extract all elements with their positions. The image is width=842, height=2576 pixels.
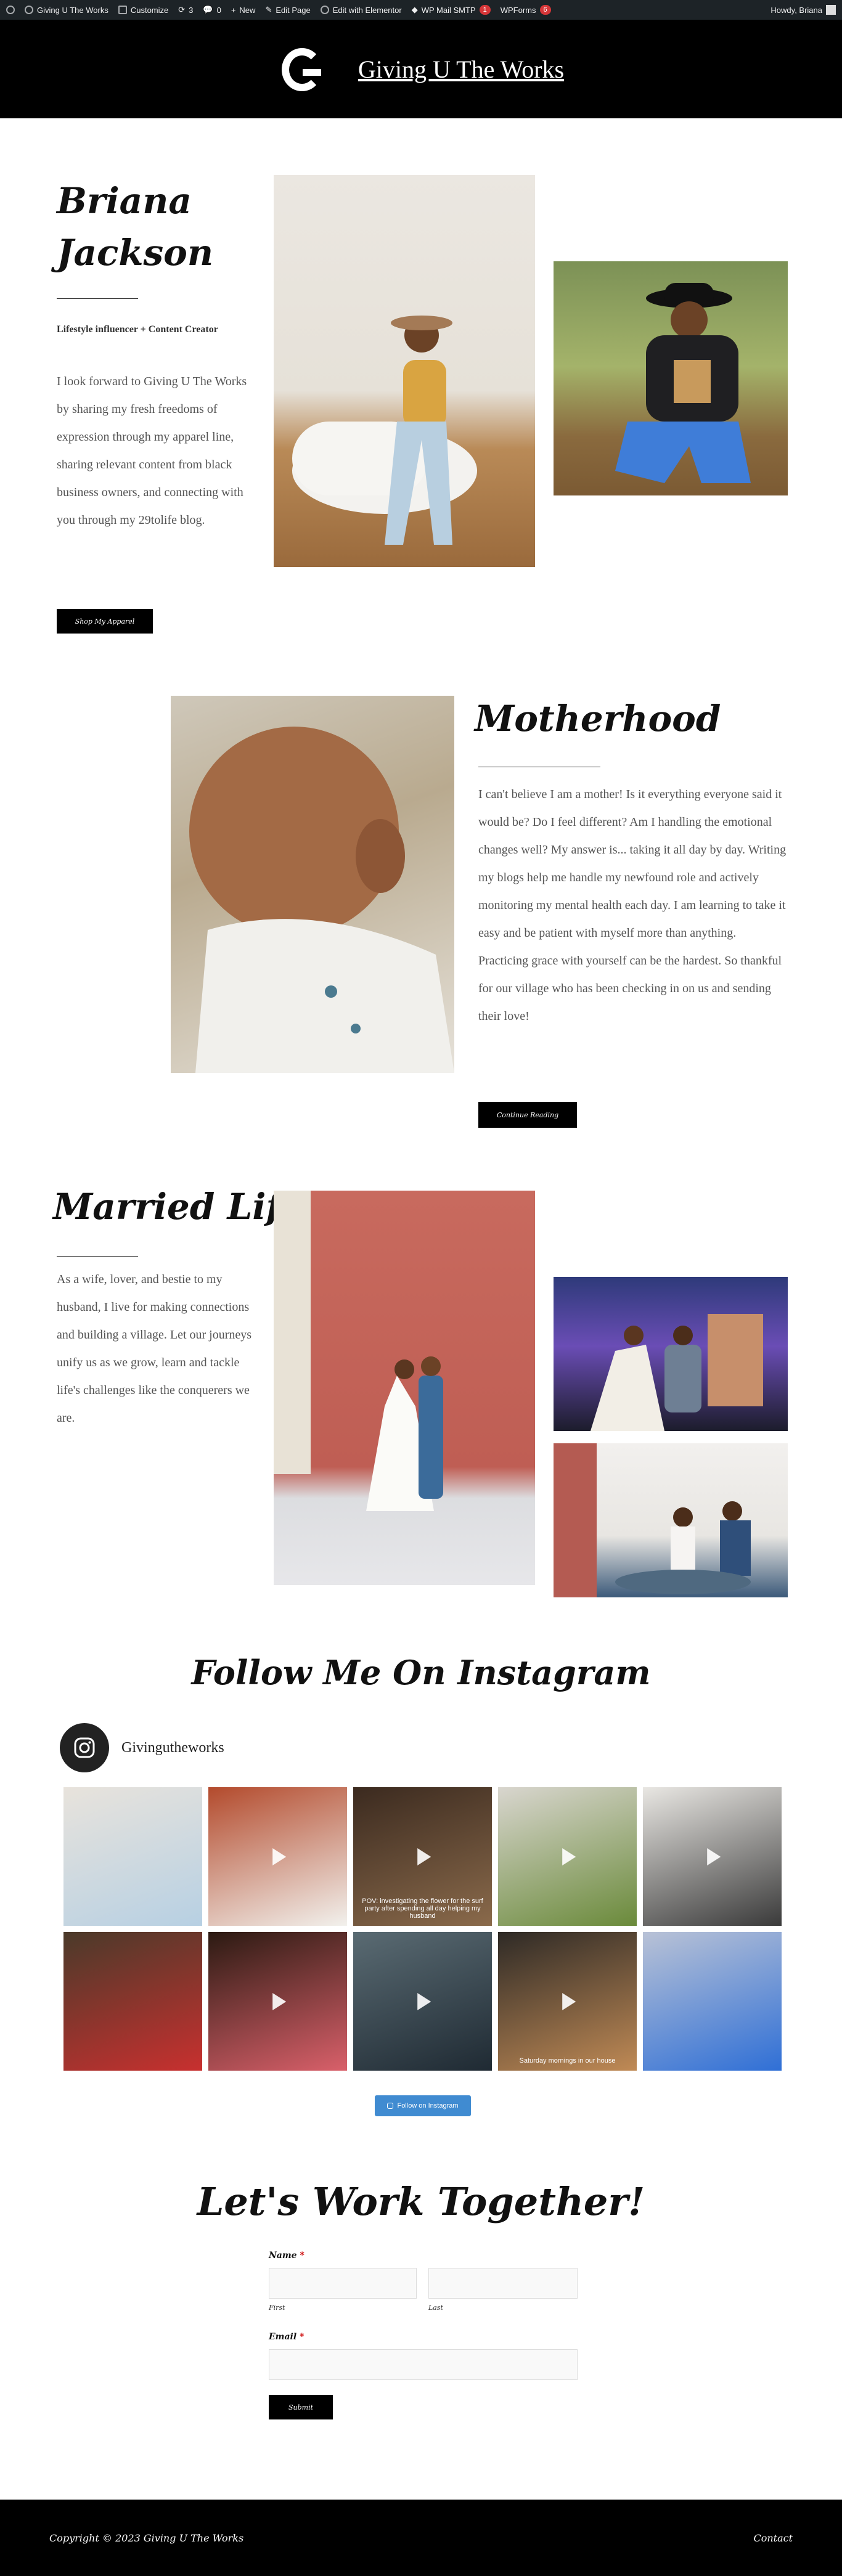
briana-hoodie-illustration (615, 283, 751, 483)
contact-title: Let's Work Together! (197, 2179, 645, 2224)
plus-icon: + (231, 5, 236, 15)
video-play-icon (272, 1848, 286, 1865)
instagram-post[interactable] (208, 1787, 347, 1926)
footer-copyright: Copyright © 2023 Giving U The Works (49, 2532, 244, 2544)
adminbar-wpforms[interactable]: WPForms 6 (501, 5, 551, 15)
instagram-post[interactable]: Saturday mornings in our house (498, 1932, 637, 2071)
last-name-input[interactable] (428, 2268, 578, 2299)
adminbar-customize[interactable]: Customize (118, 6, 168, 15)
instagram-logo-icon (74, 1737, 95, 1758)
site-footer: Copyright © 2023 Giving U The Works Cont… (0, 2500, 842, 2576)
shop-apparel-button[interactable]: Shop My Apparel (57, 609, 153, 634)
instagram-post[interactable] (63, 1787, 202, 1926)
name-label: Name * (269, 2251, 305, 2260)
video-play-icon (562, 1848, 576, 1865)
instagram-post-caption: POV: investigating the flower for the su… (362, 1897, 483, 1920)
adminbar-comments[interactable]: 💬 0 (203, 5, 221, 15)
briana-chair-illustration (292, 316, 477, 545)
avatar (826, 5, 836, 15)
motherhood-body: I can't believe I am a mother! Is it eve… (478, 788, 787, 1023)
instagram-post[interactable] (643, 1932, 782, 2071)
adminbar-account[interactable]: Howdy, Briana (770, 5, 836, 15)
email-input[interactable] (269, 2349, 578, 2380)
instagram-header: Givingutheworks (60, 1723, 224, 1772)
refresh-icon: ⟳ (178, 5, 186, 14)
video-play-icon (417, 1848, 431, 1865)
video-play-icon (706, 1848, 721, 1865)
adminbar-elementor[interactable]: Edit with Elementor (320, 6, 402, 15)
cake-illustration (591, 1314, 763, 1431)
briana-chair-photo (274, 175, 535, 567)
home-icon (25, 6, 33, 14)
smtp-badge: 1 (479, 5, 491, 15)
instagram-post[interactable] (63, 1932, 202, 2071)
couple-balcony-photo (554, 1443, 788, 1597)
married-title: Married Life (53, 1186, 305, 1228)
video-play-icon (562, 1992, 576, 2010)
wpforms-badge: 6 (539, 5, 551, 15)
intro-divider (57, 298, 138, 299)
diamond-icon: ◆ (411, 5, 418, 14)
footer-contact-link[interactable]: Contact (753, 2532, 793, 2544)
site-logo[interactable] (278, 44, 327, 94)
adminbar-edit-page[interactable]: ✎ Edit Page (265, 5, 310, 15)
submit-button[interactable]: Submit (269, 2395, 333, 2419)
adminbar-smtp[interactable]: ◆ WP Mail SMTP 1 (412, 5, 491, 15)
instagram-post[interactable] (208, 1932, 347, 2071)
adminbar-updates[interactable]: ⟳ 3 (178, 5, 193, 15)
first-sublabel: First (269, 2304, 285, 2312)
wedding-brick-photo (274, 1191, 535, 1585)
married-divider (57, 1256, 138, 1257)
pencil-icon: ✎ (265, 5, 272, 14)
video-play-icon (417, 1992, 431, 2010)
instagram-username[interactable]: Givingutheworks (121, 1740, 224, 1756)
elementor-icon (320, 6, 329, 14)
instagram-title: Follow Me On Instagram (191, 1653, 651, 1692)
briana-hoodie-photo (554, 261, 788, 495)
married-body: As a wife, lover, and bestie to my husba… (57, 1273, 252, 1425)
follow-instagram-button[interactable]: Follow on Instagram (375, 2095, 471, 2116)
last-sublabel: Last (428, 2304, 443, 2312)
email-label: Email * (269, 2332, 305, 2342)
instagram-post[interactable] (643, 1787, 782, 1926)
instagram-avatar[interactable] (60, 1723, 109, 1772)
balcony-illustration (554, 1443, 751, 1597)
brush-icon (118, 6, 127, 14)
wordpress-logo-icon[interactable] (6, 6, 15, 14)
motherhood-title: Motherhood (475, 698, 721, 740)
video-play-icon (272, 1992, 286, 2010)
wedding-illustration (274, 1191, 443, 1511)
intro-body: I look forward to Giving U The Works by … (57, 375, 247, 527)
first-name-input[interactable] (269, 2268, 417, 2299)
intro-tagline: Lifestyle influencer + Content Creator (57, 324, 218, 335)
adminbar-new[interactable]: + New (231, 6, 256, 15)
site-title-link[interactable]: Giving U The Works (358, 55, 564, 84)
comment-icon: 💬 (203, 5, 213, 14)
adminbar-site-link[interactable]: Giving U The Works (25, 6, 108, 15)
site-header: Giving U The Works (0, 20, 842, 118)
page-content: Briana Jackson Lifestyle influencer + Co… (0, 118, 842, 2576)
instagram-post[interactable] (353, 1932, 492, 2071)
wp-admin-bar: Giving U The Works Customize ⟳ 3 💬 0 + New … (0, 0, 842, 20)
intro-name: Briana Jackson (57, 180, 214, 274)
instagram-post[interactable] (498, 1787, 637, 1926)
instagram-small-icon (387, 2103, 394, 2109)
instagram-post-caption: Saturday mornings in our house (519, 2057, 616, 2064)
baby-illustration (189, 727, 454, 1073)
continue-reading-button[interactable]: Continue Reading (478, 1102, 577, 1128)
baby-photo (171, 696, 454, 1073)
cake-photo (554, 1277, 788, 1431)
instagram-post[interactable]: POV: investigating the flower for the su… (353, 1787, 492, 1926)
